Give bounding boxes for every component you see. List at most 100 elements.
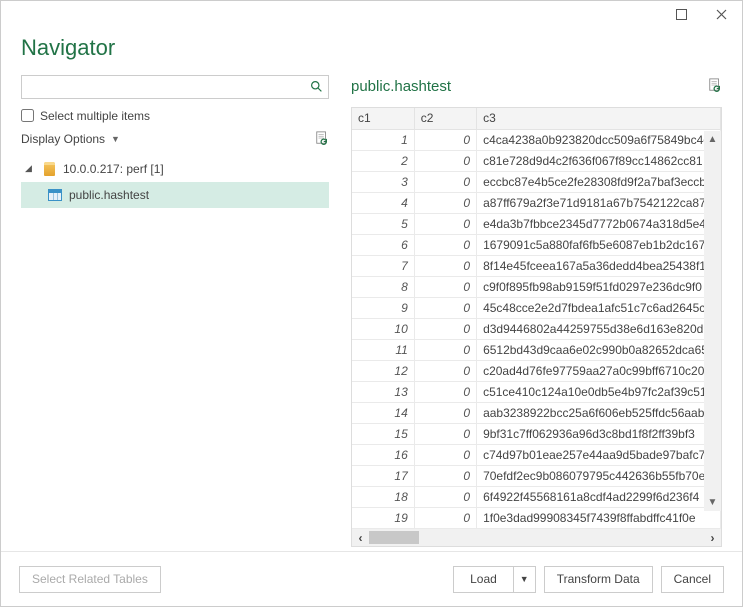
cell-c2: 0 (414, 193, 476, 214)
collapse-icon[interactable]: ◢ (25, 163, 35, 174)
table-row[interactable]: 50e4da3b7fbbce2345d7772b0674a318d5e4 (352, 214, 721, 235)
table-row[interactable]: 80c9f0f895fb98ab9159f51fd0297e236dc9f0 (352, 277, 721, 298)
table-row[interactable]: 9045c48cce2e2d7fbdea1afc51c7c6ad2645c (352, 298, 721, 319)
cell-c1: 3 (352, 172, 414, 193)
table-row[interactable]: 160c74d97b01eae257e44aa9d5bade97bafc7 (352, 445, 721, 466)
cell-c1: 9 (352, 298, 414, 319)
cell-c2: 0 (414, 298, 476, 319)
table-row[interactable]: 140aab3238922bcc25a6f606eb525ffdc56aab (352, 403, 721, 424)
cell-c3: e4da3b7fbbce2345d7772b0674a318d5e4 (477, 214, 721, 235)
tree-node-database[interactable]: ◢ 10.0.0.217: perf [1] (21, 156, 329, 182)
cell-c1: 12 (352, 361, 414, 382)
refresh-preview-button[interactable] (708, 78, 722, 95)
cell-c3: 9bf31c7ff062936a96d3c8bd1f8f2ff39bf3 (477, 424, 721, 445)
transform-data-button[interactable]: Transform Data (544, 566, 653, 593)
scroll-left-arrow[interactable]: ‹ (352, 529, 369, 546)
cell-c1: 8 (352, 277, 414, 298)
cell-c3: c9f0f895fb98ab9159f51fd0297e236dc9f0 (477, 277, 721, 298)
select-multiple-checkbox[interactable] (21, 109, 34, 122)
cell-c1: 7 (352, 256, 414, 277)
cell-c2: 0 (414, 445, 476, 466)
navigator-window: Navigator Select multiple items Display … (0, 0, 743, 607)
cell-c2: 0 (414, 361, 476, 382)
scroll-right-arrow[interactable]: › (704, 529, 721, 546)
navigation-tree: ◢ 10.0.0.217: perf [1] public.hashtest (21, 156, 329, 548)
refresh-tree-button[interactable] (315, 131, 329, 148)
column-header[interactable]: c1 (352, 108, 414, 130)
select-multiple-label: Select multiple items (40, 109, 150, 123)
cell-c2: 0 (414, 151, 476, 172)
cell-c2: 0 (414, 508, 476, 529)
table-row[interactable]: 1901f0e3dad99908345f7439f8ffabdffc41f0e (352, 508, 721, 529)
scroll-up-arrow[interactable]: ▲ (704, 131, 721, 148)
scroll-down-arrow[interactable]: ▼ (704, 494, 721, 511)
horizontal-scrollbar[interactable]: ‹ › (352, 529, 721, 546)
cell-c3: 8f14e45fceea167a5a36dedd4bea25438f1 (477, 256, 721, 277)
table-row[interactable]: 20c81e728d9d4c2f636f067f89cc14862cc81 (352, 151, 721, 172)
cell-c2: 0 (414, 340, 476, 361)
cell-c2: 0 (414, 130, 476, 151)
table-row[interactable]: 1509bf31c7ff062936a96d3c8bd1f8f2ff39bf3 (352, 424, 721, 445)
table-row[interactable]: 10c4ca4238a0b923820dcc509a6f75849bc4e (352, 130, 721, 151)
load-button[interactable]: Load (453, 566, 513, 593)
preview-panel: public.hashtest c1c2c310c4ca4238a0b92382… (351, 75, 722, 548)
dialog-title: Navigator (21, 35, 722, 61)
cell-c3: aab3238922bcc25a6f606eb525ffdc56aab (477, 403, 721, 424)
database-icon (41, 162, 57, 176)
cell-c1: 5 (352, 214, 414, 235)
cell-c3: eccbc87e4b5ce2fe28308fd9f2a7baf3eccb (477, 172, 721, 193)
table-icon (47, 189, 63, 201)
cell-c2: 0 (414, 382, 476, 403)
cell-c1: 1 (352, 130, 414, 151)
table-row[interactable]: 1106512bd43d9caa6e02c990b0a82652dca65 (352, 340, 721, 361)
cell-c3: c4ca4238a0b923820dcc509a6f75849bc4e (477, 130, 721, 151)
close-button[interactable] (706, 5, 736, 25)
table-row[interactable]: 601679091c5a880faf6fb5e6087eb1b2dc167 (352, 235, 721, 256)
cell-c3: d3d9446802a44259755d38e6d163e820d (477, 319, 721, 340)
cancel-button[interactable]: Cancel (661, 566, 724, 593)
cell-c1: 10 (352, 319, 414, 340)
cell-c1: 19 (352, 508, 414, 529)
cell-c3: a87ff679a2f3e71d9181a67b7542122ca87 (477, 193, 721, 214)
search-box[interactable] (21, 75, 329, 99)
cell-c3: 1679091c5a880faf6fb5e6087eb1b2dc167 (477, 235, 721, 256)
search-input[interactable] (22, 78, 304, 96)
tree-node-label: 10.0.0.217: perf [1] (63, 162, 164, 176)
cell-c3: 6f4922f45568161a8cdf4ad2299f6d236f4 (477, 487, 721, 508)
cell-c2: 0 (414, 235, 476, 256)
select-multiple-checkbox-row[interactable]: Select multiple items (21, 109, 329, 123)
column-header[interactable]: c2 (414, 108, 476, 130)
cell-c2: 0 (414, 403, 476, 424)
table-row[interactable]: 120c20ad4d76fe97759aa27a0c99bff6710c20 (352, 361, 721, 382)
scroll-thumb[interactable] (369, 531, 419, 544)
left-panel: Select multiple items Display Options ▼ … (21, 75, 329, 548)
table-row[interactable]: 130c51ce410c124a10e0db5e4b97fc2af39c51 (352, 382, 721, 403)
table-row[interactable]: 30eccbc87e4b5ce2fe28308fd9f2a7baf3eccb (352, 172, 721, 193)
titlebar (1, 1, 742, 29)
cell-c3: 70efdf2ec9b086079795c442636b55fb70e (477, 466, 721, 487)
cell-c1: 17 (352, 466, 414, 487)
cell-c2: 0 (414, 214, 476, 235)
select-related-tables-button[interactable]: Select Related Tables (19, 566, 161, 593)
table-row[interactable]: 17070efdf2ec9b086079795c442636b55fb70e (352, 466, 721, 487)
table-row[interactable]: 1806f4922f45568161a8cdf4ad2299f6d236f4 (352, 487, 721, 508)
load-split-button[interactable]: Load ▼ (453, 566, 536, 593)
column-header[interactable]: c3 (477, 108, 721, 130)
table-row[interactable]: 708f14e45fceea167a5a36dedd4bea25438f1 (352, 256, 721, 277)
display-options-dropdown[interactable]: Display Options ▼ (21, 132, 120, 146)
cell-c2: 0 (414, 319, 476, 340)
cell-c2: 0 (414, 256, 476, 277)
tree-node-table[interactable]: public.hashtest (21, 182, 329, 208)
preview-grid: c1c2c310c4ca4238a0b923820dcc509a6f75849b… (351, 107, 722, 548)
vertical-scrollbar[interactable]: ▲ ▼ (704, 131, 721, 512)
cell-c2: 0 (414, 424, 476, 445)
load-dropdown-button[interactable]: ▼ (513, 566, 536, 593)
search-icon[interactable] (304, 80, 328, 93)
cell-c1: 13 (352, 382, 414, 403)
table-row[interactable]: 100d3d9446802a44259755d38e6d163e820d (352, 319, 721, 340)
cell-c1: 18 (352, 487, 414, 508)
cell-c1: 6 (352, 235, 414, 256)
maximize-button[interactable] (666, 5, 696, 25)
tree-node-label: public.hashtest (69, 188, 149, 202)
table-row[interactable]: 40a87ff679a2f3e71d9181a67b7542122ca87 (352, 193, 721, 214)
